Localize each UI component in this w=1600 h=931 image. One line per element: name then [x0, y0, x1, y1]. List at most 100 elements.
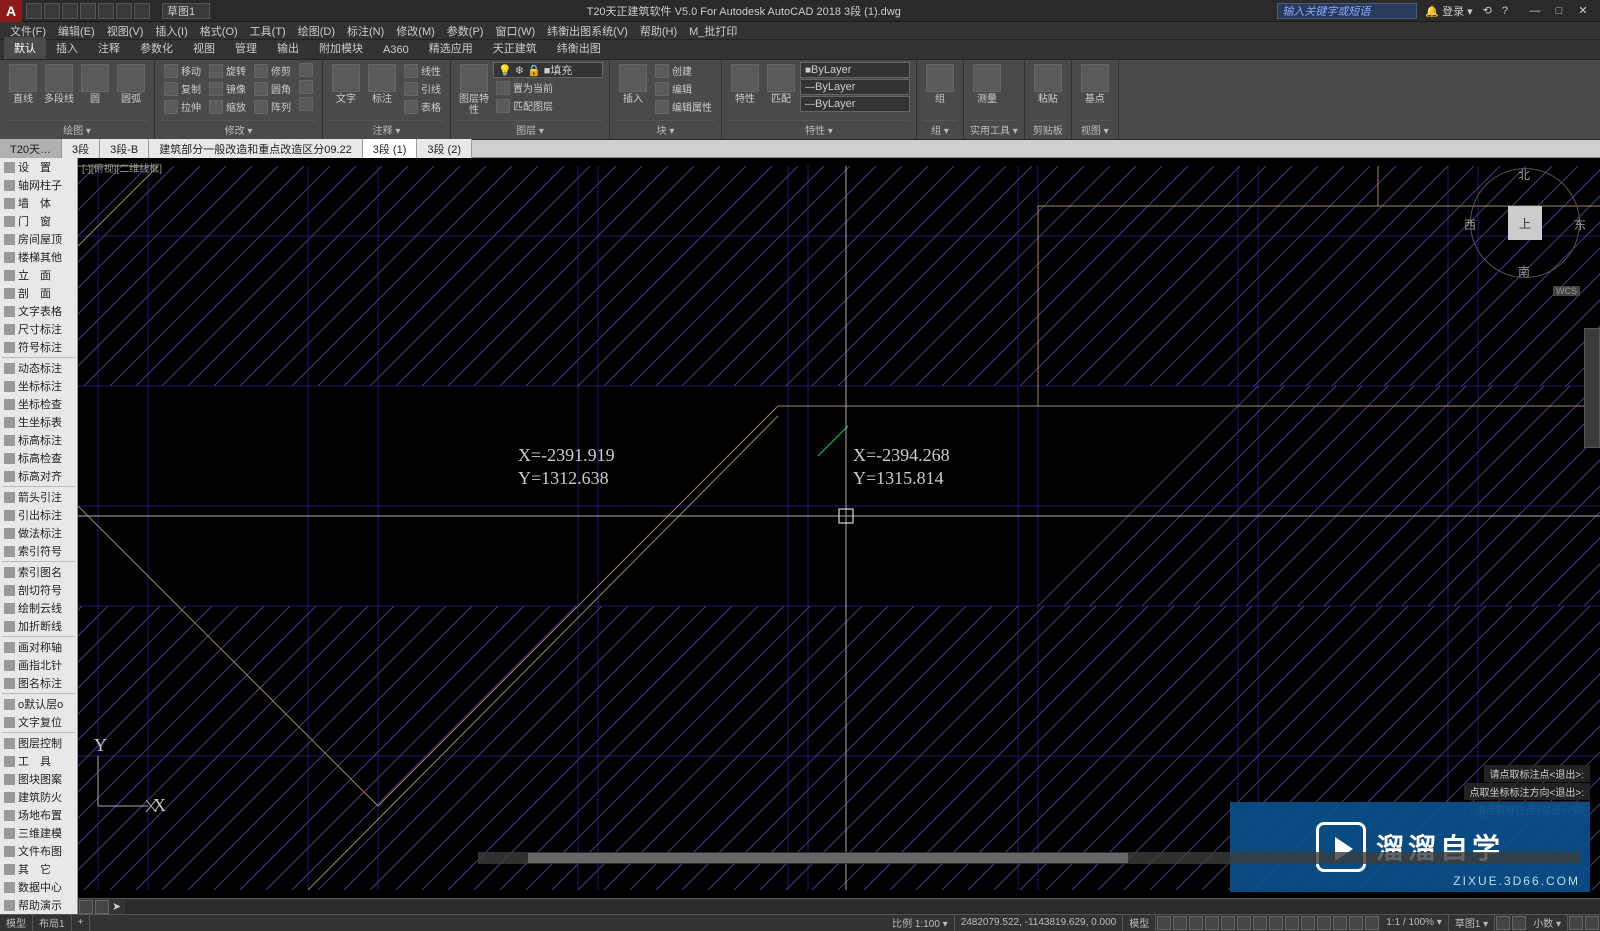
status-otrack-icon[interactable] [1237, 916, 1251, 930]
palette-item[interactable]: 动态标注 [0, 359, 77, 377]
status-units[interactable]: 小数 ▾ [1527, 915, 1568, 931]
modify-button[interactable]: 缩放 [206, 98, 249, 115]
menu-item[interactable]: M_批打印 [683, 21, 743, 41]
block-button[interactable]: 编辑 [652, 80, 715, 97]
viewcube-wcs[interactable]: WCS [1553, 286, 1580, 296]
draw-圆弧-button[interactable]: 圆弧 [114, 62, 148, 107]
palette-item[interactable]: 画对称轴 [0, 638, 77, 656]
qat-undo-icon[interactable] [116, 3, 132, 19]
palette-item[interactable]: 索引图名 [0, 563, 77, 581]
palette-item[interactable]: 标高检查 [0, 449, 77, 467]
viewcube-w[interactable]: 西 [1464, 216, 1476, 233]
lineweight-combo[interactable]: — ByLayer [800, 79, 910, 95]
layout-tab-layout1[interactable]: 布局1 [33, 915, 72, 931]
status-visual[interactable]: 草图1 ▾ [1449, 915, 1495, 931]
ribbon-tab[interactable]: A360 [373, 41, 419, 59]
palette-item[interactable]: 文件布图 [0, 842, 77, 860]
ribbon-tab[interactable]: 注释 [88, 37, 130, 59]
qat-new-icon[interactable] [26, 3, 42, 19]
group-button[interactable]: 组 [923, 62, 957, 107]
qat-saveas-icon[interactable] [80, 3, 96, 19]
signin-button[interactable]: 🔔 登录 ▾ [1425, 3, 1472, 19]
palette-item[interactable]: 立 面 [0, 266, 77, 284]
ribbon-tab[interactable]: 附加模块 [309, 37, 373, 59]
modify-button[interactable]: 修剪 [251, 62, 294, 79]
base-button[interactable]: 基点 [1078, 62, 1112, 107]
status-annoauto-icon[interactable] [1365, 916, 1379, 930]
app-icon[interactable]: A [0, 0, 22, 22]
drawing-canvas[interactable]: [-][俯视][二维线框] [78, 158, 1600, 898]
doc-tab-start[interactable]: T20天… [0, 139, 62, 159]
palette-item[interactable]: 轴网柱子 [0, 176, 77, 194]
help-icon[interactable]: ? [1502, 5, 1508, 17]
modify-button[interactable]: 阵列 [251, 98, 294, 115]
modify-button[interactable]: 旋转 [206, 62, 249, 79]
palette-item[interactable]: 绘制云线 [0, 599, 77, 617]
palette-item[interactable]: 箭头引注 [0, 488, 77, 506]
annotation-button[interactable]: 引线 [401, 80, 444, 97]
status-cycle-icon[interactable] [1285, 916, 1299, 930]
palette-item[interactable]: 加折断线 [0, 617, 77, 635]
status-grid-icon[interactable] [1157, 916, 1171, 930]
ribbon-tab[interactable]: 精选应用 [419, 37, 483, 59]
props-button[interactable]: 特性 [728, 62, 762, 107]
cmdline-close-icon[interactable] [79, 900, 93, 914]
palette-item[interactable]: 门 窗 [0, 212, 77, 230]
palette-item[interactable]: 文字表格 [0, 302, 77, 320]
paste-button[interactable]: 粘贴 [1031, 62, 1065, 107]
status-clean-icon[interactable] [1569, 916, 1583, 930]
block-button[interactable]: 编辑属性 [652, 98, 715, 115]
draw-多段线-button[interactable]: 多段线 [42, 62, 76, 107]
workspace-combo[interactable]: 草图1 [162, 3, 210, 19]
palette-item[interactable]: 图名标注 [0, 674, 77, 692]
palette-item[interactable]: 数据中心 [0, 878, 77, 896]
modify-button[interactable]: 拉伸 [161, 98, 204, 115]
palette-item[interactable]: 坐标检查 [0, 395, 77, 413]
text-button[interactable]: 文字 [329, 62, 363, 107]
status-hw-icon[interactable] [1512, 916, 1526, 930]
palette-item[interactable]: 标高标注 [0, 431, 77, 449]
exchange-icon[interactable]: ⟲ [1483, 4, 1492, 17]
status-lwt-icon[interactable] [1253, 916, 1267, 930]
palette-item[interactable]: 墙 体 [0, 194, 77, 212]
insert-button[interactable]: 插入 [616, 62, 650, 107]
cmdline-recent-icon[interactable] [95, 900, 109, 914]
linetype-combo[interactable]: — ByLayer [800, 96, 910, 112]
palette-item[interactable]: 标高对齐 [0, 467, 77, 485]
status-qp-icon[interactable] [1317, 916, 1331, 930]
doc-tab[interactable]: 3段 (1) [363, 139, 418, 159]
palette-item[interactable]: 建筑防火 [0, 788, 77, 806]
layout-tab-model[interactable]: 模型 [0, 915, 33, 931]
palette-item[interactable]: 图层控制 [0, 734, 77, 752]
ribbon-tab[interactable]: 天正建筑 [483, 37, 547, 59]
palette-item[interactable]: 符号标注 [0, 338, 77, 356]
status-ws-icon[interactable] [1496, 916, 1510, 930]
palette-item[interactable]: 帮助演示 [0, 896, 77, 914]
palette-item[interactable]: 尺寸标注 [0, 320, 77, 338]
matchprop-button[interactable]: 匹配 [764, 62, 798, 107]
status-dyn-icon[interactable] [1301, 916, 1315, 930]
palette-item[interactable]: 生坐标表 [0, 413, 77, 431]
qat-save-icon[interactable] [62, 3, 78, 19]
scrollbar-thumb[interactable] [528, 853, 1128, 863]
modify-extra-icon[interactable] [299, 97, 313, 111]
ribbon-tab[interactable]: 默认 [4, 37, 46, 59]
ribbon-tab[interactable]: 视图 [183, 37, 225, 59]
draw-直线-button[interactable]: 直线 [6, 62, 40, 107]
close-button[interactable]: ✕ [1572, 3, 1594, 19]
palette-item[interactable]: 剖 面 [0, 284, 77, 302]
ribbon-tab[interactable]: 输出 [267, 37, 309, 59]
palette-item[interactable]: 房间屋顶 [0, 230, 77, 248]
status-snap-icon[interactable] [1173, 916, 1187, 930]
palette-item[interactable]: 做法标注 [0, 524, 77, 542]
ribbon-tab[interactable]: 纬衡出图 [547, 37, 611, 59]
palette-item[interactable]: 文字复位 [0, 713, 77, 731]
palette-item[interactable]: 设 置 [0, 158, 77, 176]
menu-item[interactable]: 帮助(H) [634, 21, 683, 41]
status-custom-icon[interactable] [1585, 916, 1599, 930]
modify-extra-icon[interactable] [299, 63, 313, 77]
status-scale[interactable]: 比例 1:100 ▾ [886, 915, 955, 931]
command-line[interactable]: ➤ [78, 898, 1600, 914]
qat-plot-icon[interactable] [98, 3, 114, 19]
minimize-button[interactable]: — [1524, 3, 1546, 19]
